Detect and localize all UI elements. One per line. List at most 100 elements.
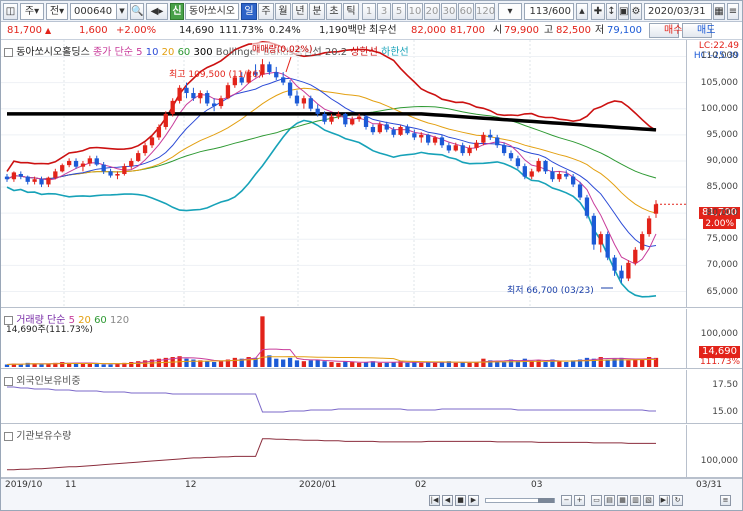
layout-4-icon[interactable]: ▥ <box>630 495 641 506</box>
minute-10-button[interactable]: 10 <box>407 3 423 20</box>
candle-body <box>633 249 638 263</box>
volume-bar <box>405 362 410 367</box>
sell-button[interactable]: 매도 <box>682 23 715 38</box>
scroll-thumb[interactable] <box>538 498 554 503</box>
search-icon[interactable]: 🔍 <box>130 3 144 20</box>
save-icon[interactable]: ▣ <box>618 3 629 20</box>
period-tick-button[interactable]: 틱 <box>343 3 359 20</box>
zoom-icon[interactable]: ↕ <box>606 3 617 20</box>
scroll-prev-icon[interactable]: ◀ <box>442 495 453 506</box>
settings-icon[interactable]: ⚙ <box>630 3 642 20</box>
price-chart-canvas[interactable] <box>1 40 686 308</box>
period-week-button[interactable]: 주 <box>258 3 274 20</box>
price-chart-panel[interactable]: 동아쏘시오홀딩스 종가 단순 5 10 20 60 300 Bollinger … <box>1 40 686 308</box>
date-label-end: 03/31 <box>696 480 722 490</box>
minute-120-button[interactable]: 120 <box>475 3 495 20</box>
candle-body <box>136 153 141 161</box>
candle-body <box>267 64 272 73</box>
candle-body <box>211 103 217 107</box>
refresh-icon[interactable]: ↻ <box>672 495 683 506</box>
minute-60-button[interactable]: 60 <box>458 3 474 20</box>
minute-1-button[interactable]: 1 <box>362 3 376 20</box>
candle-body <box>66 160 72 166</box>
count-stepper-icon[interactable]: ▲ <box>576 3 588 20</box>
layout-1-icon[interactable]: ▭ <box>591 495 602 506</box>
add-indicator-icon[interactable]: ✚ <box>591 3 605 20</box>
foreign-toggle-icon[interactable] <box>4 376 13 386</box>
period-day-button[interactable]: 일 <box>241 3 257 20</box>
period-minute-label: 분 <box>312 6 322 17</box>
minute-3-button[interactable]: 3 <box>377 3 391 20</box>
volume-bar <box>384 362 389 367</box>
price-tick: 105,000 <box>700 77 738 88</box>
candle-body <box>294 95 300 104</box>
legend-toggle-icon[interactable] <box>4 47 13 57</box>
minute-20-button[interactable]: 20 <box>424 3 440 20</box>
foreign-ownership-panel[interactable]: 외국인보유비중 <box>1 370 686 424</box>
foreign-axis[interactable]: 17.50 15.00 <box>686 370 742 424</box>
scroll-track[interactable] <box>485 498 555 503</box>
period-year-button[interactable]: 년 <box>292 3 308 20</box>
current-price: 81,700 <box>7 25 42 36</box>
institution-axis[interactable]: 100,000 <box>686 425 742 478</box>
price-axis[interactable]: LC:22.49 HC:-25.39 81,700 2.00% 110,000 1… <box>686 40 742 308</box>
institution-chart-canvas[interactable] <box>1 425 686 478</box>
more-options-icon[interactable]: ≡ <box>727 3 739 20</box>
zoom-in-icon[interactable]: + <box>574 495 585 506</box>
candle-body <box>32 179 37 182</box>
price-tick: 95,000 <box>706 129 739 140</box>
high-price: 82,500 <box>556 25 591 36</box>
stop-icon[interactable]: ■ <box>455 495 466 506</box>
jeon-select[interactable]: 전▾ <box>46 3 68 20</box>
market-select[interactable]: 주▾ <box>20 3 44 20</box>
candle-body <box>184 87 189 94</box>
period-month-button[interactable]: 월 <box>275 3 291 20</box>
calendar-icon[interactable]: ▦ <box>713 3 725 20</box>
price-tick: 100,000 <box>700 103 738 114</box>
institution-toggle-icon[interactable] <box>4 431 13 441</box>
volume-bar <box>350 362 355 367</box>
volume-panel[interactable]: 거래량 단순 5 20 60 120 14,690주(111.73%) <box>1 309 686 369</box>
volume-bar <box>377 362 382 367</box>
volume-bar <box>60 362 65 367</box>
scroll-next-icon[interactable]: ▶ <box>468 495 479 506</box>
company-name-field: 동아쏘시오 <box>185 3 239 20</box>
period-minute-button[interactable]: 분 <box>309 3 325 20</box>
volume-bar <box>391 362 396 367</box>
best-quote-label: 최우선 <box>369 25 397 36</box>
period-second-button[interactable]: 초 <box>326 3 342 20</box>
minute-30-button[interactable]: 30 <box>441 3 457 20</box>
candle-body <box>591 215 597 245</box>
window-menu-icon[interactable]: ◫ <box>3 3 18 20</box>
candle-body <box>101 164 106 172</box>
axis-settings-icon[interactable]: ≡ <box>720 495 731 506</box>
prev-next-icon[interactable]: ◀▸ <box>146 3 168 20</box>
layout-3-icon[interactable]: ▦ <box>617 495 628 506</box>
minute-1-label: 1 <box>365 6 373 17</box>
institution-panel[interactable]: 기관보유수량 <box>1 425 686 478</box>
buy-button[interactable]: 매수 <box>649 23 682 38</box>
volume-bar <box>73 363 79 367</box>
volume-ratio: 111.73% <box>219 25 264 36</box>
scroll-end-icon[interactable]: ▶| <box>659 495 670 506</box>
foreign-title: 외국인보유비중 <box>4 372 81 387</box>
scroll-first-icon[interactable]: |◀ <box>429 495 440 506</box>
layout-5-icon[interactable]: ▧ <box>643 495 654 506</box>
volume-axis[interactable]: 100,000 14,690 111.73% <box>686 309 742 369</box>
jeon-label: 전 <box>49 6 60 17</box>
legend-bb-upper: 상한선 <box>350 47 378 58</box>
date-input[interactable]: 2020/03/31 <box>644 3 712 20</box>
candle-body <box>350 119 355 125</box>
bar-count-input[interactable]: 113/600 <box>524 3 574 20</box>
volume-bar <box>129 362 134 367</box>
candle-body <box>377 124 382 133</box>
custom-period-select[interactable]: ▾ <box>498 3 522 20</box>
turnover-pct: 0.24% <box>269 25 301 36</box>
layout-2-icon[interactable]: ▤ <box>604 495 615 506</box>
minute-5-button[interactable]: 5 <box>392 3 406 20</box>
candle-body <box>488 134 493 138</box>
price-tick: 75,000 <box>706 234 739 245</box>
code-dropdown-icon[interactable]: ▼ <box>116 3 128 20</box>
zoom-out-icon[interactable]: − <box>561 495 572 506</box>
foreign-chart-canvas[interactable] <box>1 370 686 424</box>
